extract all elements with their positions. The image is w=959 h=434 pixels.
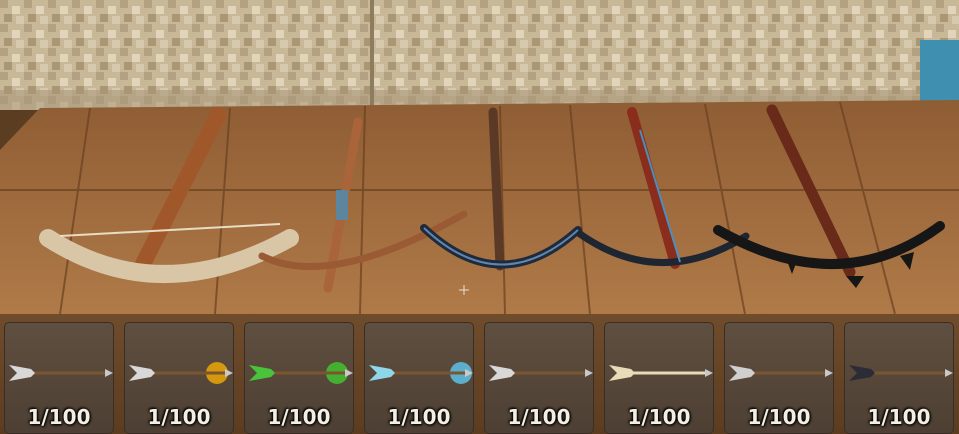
hotbar-slot-4[interactable]: 1/100 xyxy=(364,322,474,434)
hotbar-slot-2[interactable]: 1/100 xyxy=(124,322,234,434)
hotbar-slot-7[interactable]: 1/100 xyxy=(724,322,834,434)
ammo-count: 1/100 xyxy=(147,405,211,429)
ammo-count: 1/100 xyxy=(27,405,91,429)
ammo-count: 1/100 xyxy=(507,405,571,429)
silver-arrow-icon xyxy=(489,365,593,381)
hotbar: 1/100 1/100 1/100 1/100 1/100 1/100 1/100 1/100 xyxy=(0,314,959,434)
bone-arrow-icon xyxy=(609,365,713,381)
stone-wall xyxy=(0,0,959,110)
carapace-arrow-icon xyxy=(849,365,953,381)
poison-arrow-icon xyxy=(249,362,353,384)
needle-arrow-icon xyxy=(729,365,833,381)
ammo-count: 1/100 xyxy=(867,405,931,429)
hotbar-slot-5[interactable]: 1/100 xyxy=(484,322,594,434)
hotbar-slot-1[interactable]: 1/100 xyxy=(4,322,114,434)
ammo-count: 1/100 xyxy=(267,405,331,429)
fire-arrow-icon xyxy=(129,362,233,384)
hotbar-slot-3[interactable]: 1/100 xyxy=(244,322,354,434)
hotbar-slot-8[interactable]: 1/100 xyxy=(844,322,954,434)
arrow-icon xyxy=(9,365,113,381)
ammo-count: 1/100 xyxy=(387,405,451,429)
ammo-count: 1/100 xyxy=(747,405,811,429)
frost-arrow-icon xyxy=(369,362,473,384)
hotbar-slot-6[interactable]: 1/100 xyxy=(604,322,714,434)
ammo-count: 1/100 xyxy=(627,405,691,429)
